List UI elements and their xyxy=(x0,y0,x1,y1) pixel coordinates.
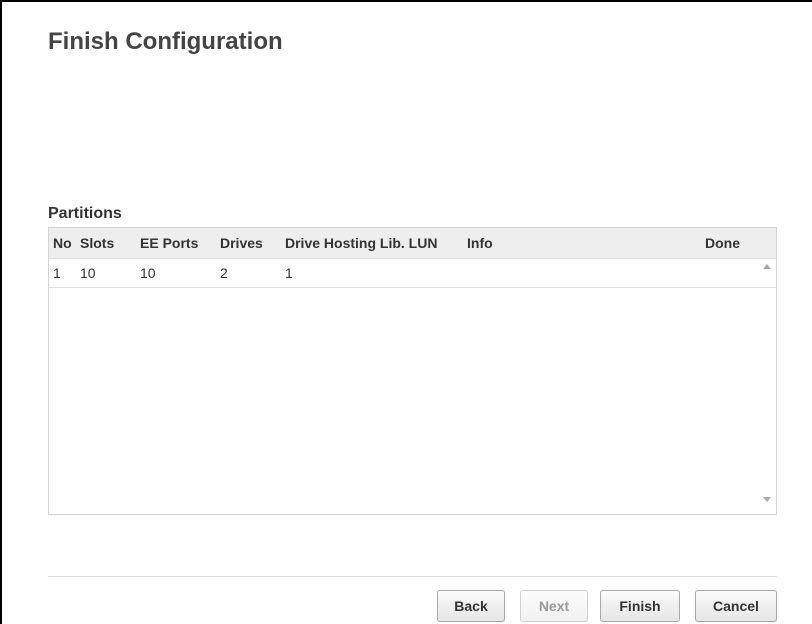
dialog-frame: Finish Configuration Partitions No Slots… xyxy=(0,0,812,624)
column-header-slots[interactable]: Slots xyxy=(80,228,114,258)
cell-ee-ports: 10 xyxy=(140,265,156,281)
cancel-button[interactable]: Cancel xyxy=(695,590,777,622)
finish-button[interactable]: Finish xyxy=(600,590,680,622)
column-header-info[interactable]: Info xyxy=(467,228,493,258)
column-header-drive-hosting-lib-lun[interactable]: Drive Hosting Lib. LUN xyxy=(285,228,437,258)
table-header: No Slots EE Ports Drives Drive Hosting L… xyxy=(49,228,776,259)
partitions-section-title: Partitions xyxy=(48,205,122,222)
cell-no: 1 xyxy=(53,265,61,281)
back-button[interactable]: Back xyxy=(437,590,505,622)
cell-drive-hosting-lib-lun: 1 xyxy=(285,265,293,281)
column-header-drives[interactable]: Drives xyxy=(220,228,263,258)
footer-divider xyxy=(48,576,777,577)
scroll-down-arrow-icon[interactable] xyxy=(763,497,771,502)
table-row[interactable]: 1 10 10 2 1 xyxy=(49,259,776,288)
next-button[interactable]: Next xyxy=(520,590,588,622)
cell-slots: 10 xyxy=(80,265,96,281)
column-header-done[interactable]: Done xyxy=(705,228,740,258)
cell-drives: 2 xyxy=(220,265,228,281)
page-title: Finish Configuration xyxy=(48,28,283,55)
partitions-table: No Slots EE Ports Drives Drive Hosting L… xyxy=(48,227,777,515)
column-header-no[interactable]: No xyxy=(53,228,72,258)
scroll-up-arrow-icon[interactable] xyxy=(763,264,771,269)
column-header-ee-ports[interactable]: EE Ports xyxy=(140,228,198,258)
